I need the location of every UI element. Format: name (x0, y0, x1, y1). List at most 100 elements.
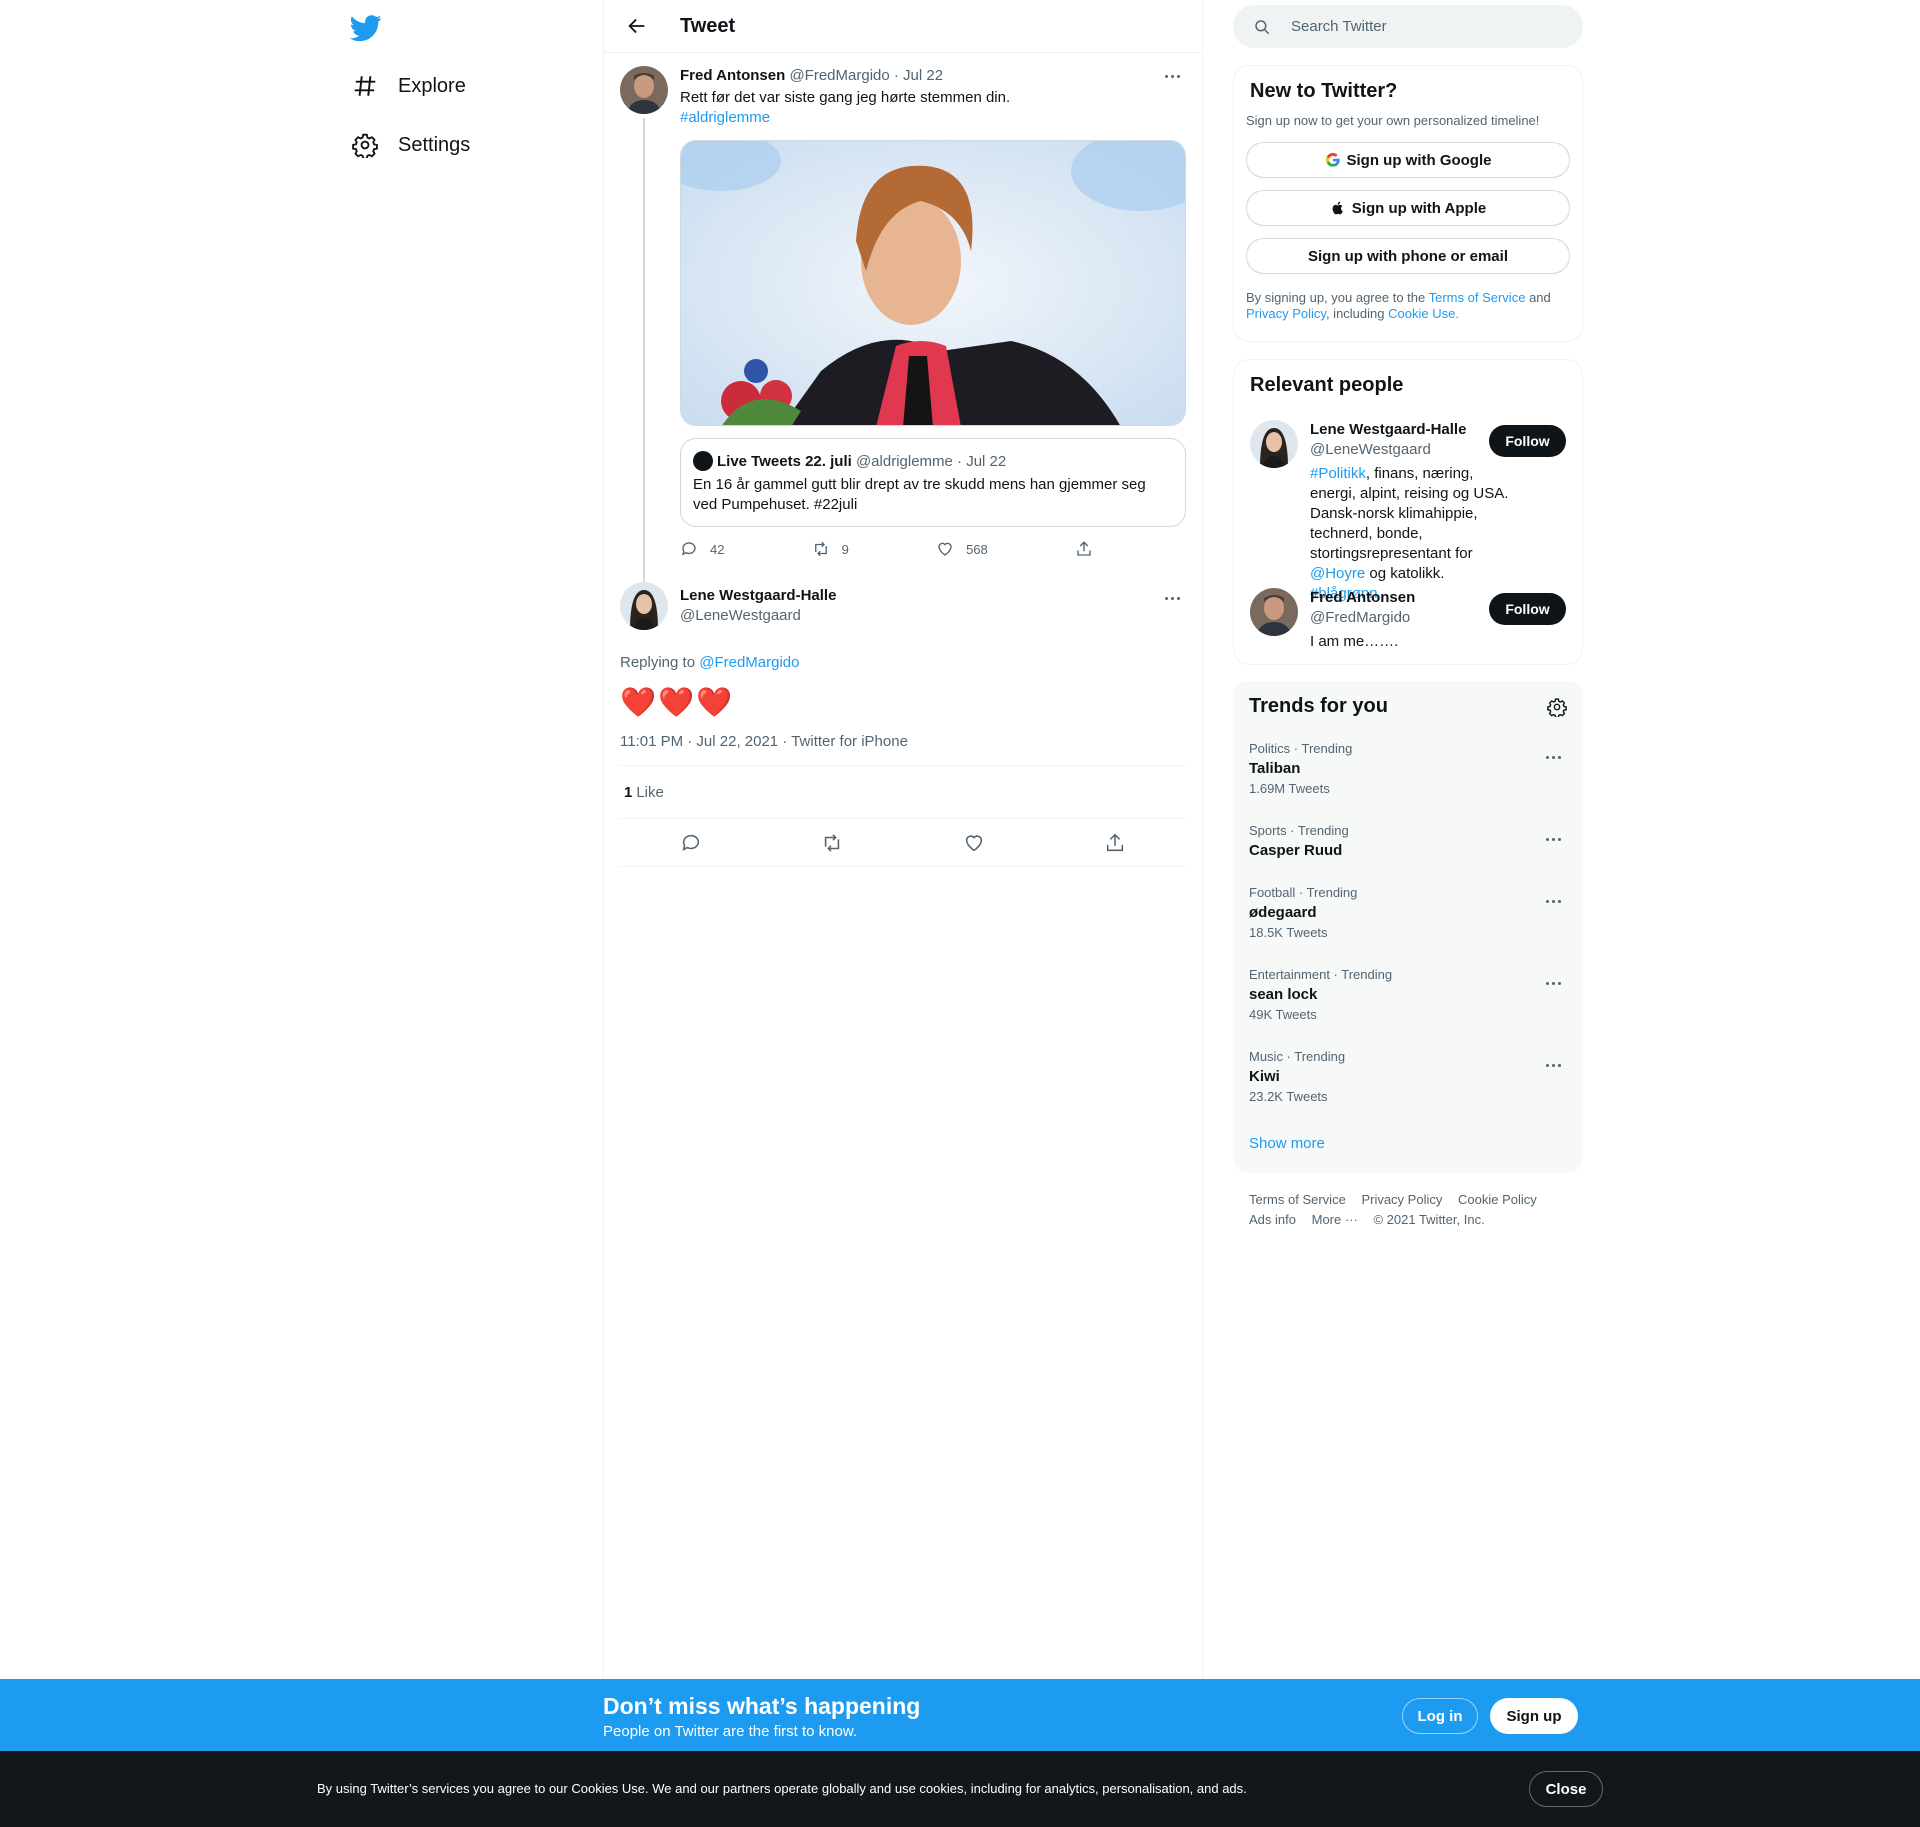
trends-title: Trends for you (1249, 695, 1388, 717)
bio-hashtag-link[interactable]: #Politikk (1310, 465, 1366, 482)
like-summary-label: Like (636, 783, 664, 801)
retweet-count: 9 (841, 541, 849, 557)
trend-item[interactable]: Football · Trending ødegaard 18.5K Tweet… (1249, 885, 1567, 940)
show-more-link[interactable]: Show more (1249, 1135, 1325, 1152)
trend-category: Football · Trending (1249, 885, 1358, 900)
trend-count: 1.69M Tweets (1249, 781, 1330, 796)
trend-category: Entertainment · Trending (1249, 967, 1393, 982)
reply-author-handle[interactable]: @LeneWestgaard (680, 606, 836, 626)
footer-cookie-link[interactable]: Cookie Policy (1458, 1192, 1537, 1207)
terms-text: , including (1325, 306, 1385, 321)
author-handle[interactable]: @FredMargido (789, 67, 889, 84)
quoted-avatar (693, 451, 713, 471)
like-summary-count: 1 (624, 783, 633, 801)
retweet-icon[interactable] (821, 832, 843, 854)
reply-author-name[interactable]: Lene Westgaard-Halle (680, 586, 836, 606)
more-options-icon[interactable] (1539, 891, 1567, 911)
person-handle[interactable]: @LeneWestgaard (1310, 440, 1510, 460)
more-options-icon[interactable] (1158, 66, 1186, 86)
reply-count: 42 (710, 541, 725, 557)
cookie-banner: By using Twitter’s services you agree to… (0, 1751, 1920, 1827)
twitter-logo-icon[interactable] (350, 12, 382, 44)
retweet-icon (814, 541, 827, 557)
person-fred[interactable]: Fred Antonsen @FredMargido I am me……. Fo… (1250, 588, 1566, 652)
hashtag-icon (354, 76, 376, 96)
follow-button[interactable]: Follow (1489, 425, 1566, 457)
portrait-photo (681, 141, 1185, 425)
trend-name: sean lock (1249, 986, 1318, 1003)
nav-explore[interactable]: Explore (340, 60, 478, 112)
more-options-icon[interactable] (1539, 829, 1567, 849)
tweet-timestamp[interactable]: 11:01 PM · Jul 22, 2021 · Twitter for iP… (620, 733, 1186, 766)
relevant-people-card: Relevant people Lene Westgaard-Halle @Le… (1233, 359, 1583, 665)
person-handle[interactable]: @FredMargido (1310, 608, 1510, 628)
trend-category: Music · Trending (1249, 1049, 1346, 1064)
author-name[interactable]: Fred Antonsen (680, 67, 785, 84)
tweet-image[interactable] (680, 140, 1186, 426)
trend-item[interactable]: Music · Trending Kiwi 23.2K Tweets (1249, 1049, 1567, 1104)
more-options-icon[interactable] (1539, 1055, 1567, 1075)
person-name[interactable]: Lene Westgaard-Halle (1310, 420, 1510, 440)
like-button[interactable]: 568 (936, 539, 988, 559)
relevant-people-title: Relevant people (1250, 374, 1404, 396)
replying-to: Replying to @FredMargido (620, 654, 1186, 671)
signup-apple-label: Sign up with Apple (1351, 199, 1487, 217)
trend-item[interactable]: Politics · Trending Taliban 1.69M Tweets (1249, 741, 1567, 796)
tweet-text: Rett før det var siste gang jeg hørte st… (680, 88, 1186, 128)
avatar[interactable] (620, 582, 668, 630)
heart-icon[interactable] (963, 832, 985, 854)
more-options-icon[interactable] (1539, 973, 1567, 993)
avatar[interactable] (1250, 588, 1298, 636)
share-icon (1077, 541, 1091, 556)
hashtag-link[interactable]: #aldriglemme (680, 108, 1186, 128)
more-options-icon[interactable] (1158, 588, 1186, 608)
footer-ads-link[interactable]: Ads info (1249, 1212, 1296, 1227)
signup-terms: By signing up, you agree to the Terms of… (1246, 290, 1570, 322)
trend-item[interactable]: Entertainment · Trending sean lock 49K T… (1249, 967, 1567, 1022)
person-name[interactable]: Fred Antonsen (1310, 588, 1510, 608)
tweet-header: Fred Antonsen @FredMargido · Jul 22 (680, 66, 1186, 86)
signup-button[interactable]: Sign up (1490, 1698, 1578, 1734)
trend-item[interactable]: Sports · Trending Casper Ruud (1249, 823, 1567, 859)
share-button[interactable] (1075, 539, 1105, 559)
signup-google-button[interactable]: Sign up with Google (1246, 142, 1570, 178)
retweet-button[interactable]: 9 (812, 539, 849, 559)
reply-actions (620, 819, 1186, 867)
reply-icon[interactable] (680, 832, 702, 854)
privacy-link[interactable]: Privacy Policy (1246, 306, 1326, 321)
search-bar[interactable]: Search Twitter (1233, 5, 1583, 48)
person-bio: #Politikk, finans, næring, energi, alpin… (1310, 464, 1510, 604)
replying-to-link[interactable]: @FredMargido (699, 654, 799, 671)
cookie-link[interactable]: Cookie Use. (1388, 306, 1459, 321)
search-input[interactable]: Search Twitter (1291, 18, 1387, 35)
nav-settings[interactable]: Settings (340, 119, 482, 171)
reply-button[interactable]: 42 (680, 539, 724, 559)
share-icon[interactable] (1104, 832, 1126, 854)
footer-terms-link[interactable]: Terms of Service (1249, 1192, 1346, 1207)
footer-more-link[interactable]: More ··· (1312, 1212, 1358, 1227)
login-button[interactable]: Log in (1402, 1698, 1478, 1734)
like-summary[interactable]: 1 Like (620, 766, 1186, 819)
trend-count: 18.5K Tweets (1249, 925, 1328, 940)
avatar[interactable] (1250, 420, 1298, 468)
signup-apple-button[interactable]: Sign up with Apple (1246, 190, 1570, 226)
terms-link[interactable]: Terms of Service (1429, 290, 1526, 305)
bio-mention-link[interactable]: @Hoyre (1310, 565, 1365, 582)
trend-name: Casper Ruud (1249, 842, 1343, 859)
footer-privacy-link[interactable]: Privacy Policy (1361, 1192, 1442, 1207)
trends-card: Trends for you Politics · Trending Talib… (1233, 681, 1583, 1173)
gear-icon[interactable] (1547, 697, 1567, 717)
cookie-close-button[interactable]: Close (1529, 1771, 1603, 1807)
person-lene[interactable]: Lene Westgaard-Halle @LeneWestgaard #Pol… (1250, 420, 1566, 604)
follow-button[interactable]: Follow (1489, 593, 1566, 625)
tweet-actions: 42 9 568 (680, 539, 1105, 559)
avatar[interactable] (620, 66, 668, 114)
signup-card-subtitle: Sign up now to get your own personalized… (1246, 113, 1540, 128)
quoted-tweet[interactable]: Live Tweets 22. juli @aldriglemme · Jul … (680, 438, 1186, 527)
tweet-text-line: Rett før det var siste gang jeg hørte st… (680, 89, 1011, 106)
login-prompt-subtitle: People on Twitter are the first to know. (603, 1723, 858, 1740)
more-options-icon[interactable] (1539, 747, 1567, 767)
back-arrow-icon[interactable] (626, 15, 648, 37)
tweet-date[interactable]: · Jul 22 (894, 67, 943, 84)
signup-phone-button[interactable]: Sign up with phone or email (1246, 238, 1570, 274)
